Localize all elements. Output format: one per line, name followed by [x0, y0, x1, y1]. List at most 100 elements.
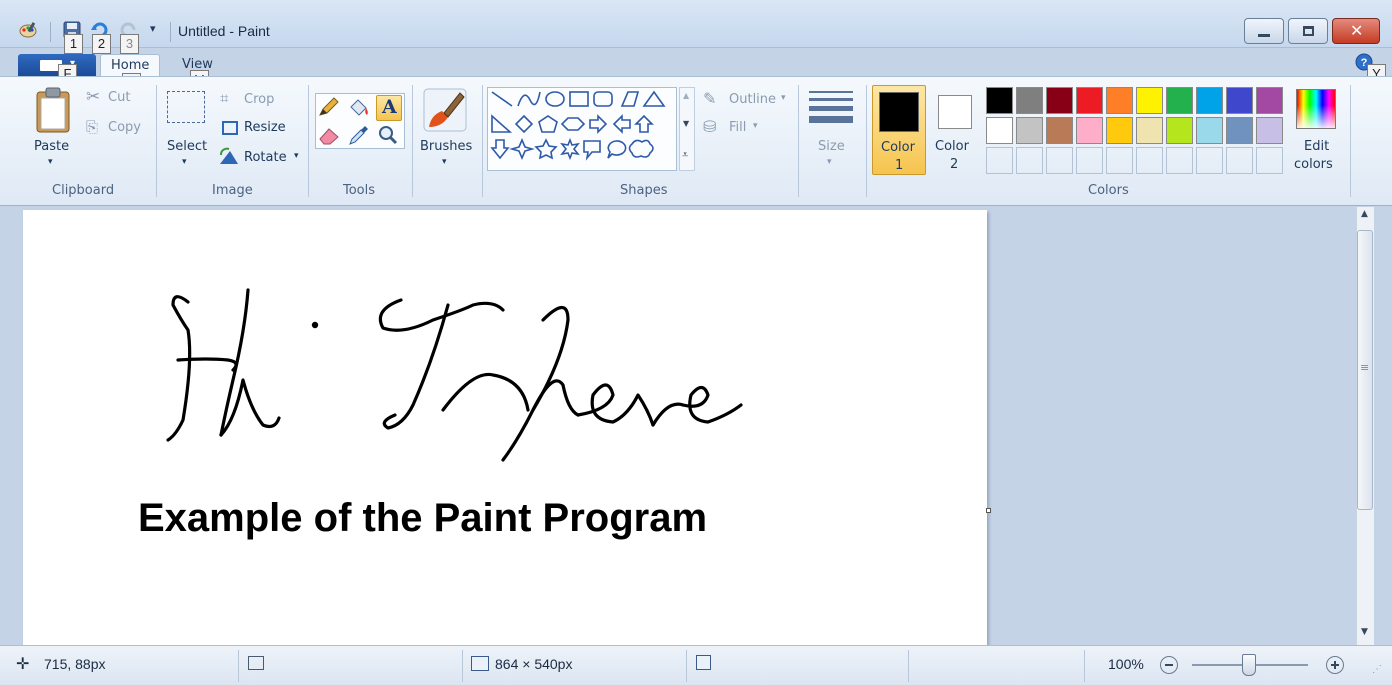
palette-color[interactable]	[1046, 117, 1073, 144]
custom-color-slot[interactable]	[1166, 147, 1193, 174]
custom-color-slot[interactable]	[1046, 147, 1073, 174]
resize-label: Resize	[244, 120, 286, 135]
ribbon-tabs: ▾ Home View F H V ? Y	[0, 48, 1392, 93]
cut-button[interactable]: ✂ Cut	[86, 87, 146, 109]
edit-colors-button[interactable]: Edit colors	[1290, 85, 1342, 175]
custom-color-slot[interactable]	[986, 147, 1013, 174]
text-tool-icon: A	[382, 96, 397, 118]
zoom-in-icon-vertical	[1334, 661, 1336, 669]
shapes-scroll[interactable]: ▲ ▼ ⩡	[679, 87, 695, 171]
paste-button[interactable]: Paste ▾	[28, 85, 78, 173]
zoom-slider-thumb[interactable]	[1242, 654, 1256, 676]
minimize-button[interactable]	[1244, 18, 1284, 44]
color1-label: Color	[881, 140, 915, 155]
palette-color[interactable]	[1076, 87, 1103, 114]
color1-button[interactable]: Color 1	[872, 85, 926, 175]
eraser-tool[interactable]	[317, 124, 343, 148]
crop-icon: ⌗	[220, 89, 229, 107]
custom-color-slot[interactable]	[1256, 147, 1283, 174]
zoom-out-button[interactable]	[1160, 656, 1178, 674]
eraser-icon	[319, 128, 339, 145]
scroll-up-icon[interactable]: ▲	[1361, 209, 1368, 219]
magnifier-tool[interactable]	[376, 124, 402, 148]
resize-button[interactable]: Resize	[220, 117, 300, 139]
palette-color[interactable]	[1016, 117, 1043, 144]
palette-color[interactable]	[986, 87, 1013, 114]
close-button[interactable]: ✕	[1332, 18, 1380, 44]
crop-button[interactable]: ⌗ Crop	[220, 89, 290, 111]
resize-grip-icon[interactable]: ⋰	[1372, 664, 1382, 675]
color1-swatch	[879, 92, 919, 132]
zoom-out-icon	[1165, 664, 1173, 666]
shapes-gallery[interactable]	[487, 87, 677, 171]
rotate-button[interactable]: Rotate ▾	[218, 145, 308, 167]
size-button[interactable]: Size ▾	[806, 85, 856, 173]
palette-color[interactable]	[1106, 87, 1133, 114]
status-separator	[1084, 650, 1085, 682]
palette-color[interactable]	[1106, 117, 1133, 144]
custom-color-slot[interactable]	[1076, 147, 1103, 174]
file-menu-button[interactable]: ▾	[18, 54, 96, 76]
color2-swatch	[938, 95, 972, 129]
brushes-button[interactable]: Brushes ▾	[416, 85, 478, 173]
fill-tool[interactable]	[347, 96, 373, 120]
paste-label: Paste	[34, 139, 70, 154]
outline-label: Outline	[729, 92, 777, 107]
scroll-grip-icon: ≡	[1360, 361, 1370, 374]
color2-button[interactable]: Color 2	[930, 85, 980, 175]
status-separator	[462, 650, 463, 682]
palette-color[interactable]	[1166, 87, 1193, 114]
maximize-icon	[1303, 26, 1314, 36]
palette-color[interactable]	[1136, 117, 1163, 144]
image-size-icon	[471, 656, 489, 671]
selection-size-icon	[248, 656, 264, 670]
color-picker-tool[interactable]	[347, 124, 373, 148]
outline-button[interactable]: ✎ Outline ▾	[703, 89, 793, 111]
maximize-button[interactable]	[1288, 18, 1328, 44]
scroll-down-icon[interactable]: ▼	[1361, 627, 1368, 637]
palette-color[interactable]	[1226, 117, 1253, 144]
shapes-scroll-down-icon: ▼	[683, 119, 690, 128]
resize-icon	[222, 121, 238, 135]
color2-number: 2	[950, 157, 959, 172]
text-tool[interactable]: A	[376, 95, 402, 121]
group-separator	[1350, 85, 1351, 197]
minimize-icon	[1258, 34, 1270, 37]
pencil-tool[interactable]	[317, 96, 343, 120]
paint-app-icon[interactable]	[18, 20, 38, 40]
group-separator	[412, 85, 413, 197]
palette-color[interactable]	[1046, 87, 1073, 114]
cursor-position-icon: ✛	[16, 656, 30, 673]
custom-color-slot[interactable]	[1226, 147, 1253, 174]
group-separator	[866, 85, 867, 197]
palette-color[interactable]	[1076, 117, 1103, 144]
zoom-in-button[interactable]	[1326, 656, 1344, 674]
window-title: Untitled - Paint	[178, 23, 270, 39]
canvas-resize-handle[interactable]	[986, 508, 991, 513]
color1-number: 1	[895, 158, 904, 173]
custom-color-slot[interactable]	[1196, 147, 1223, 174]
palette-color[interactable]	[1256, 87, 1283, 114]
canvas-caption: Example of the Paint Program	[138, 496, 708, 540]
palette-color[interactable]	[1166, 117, 1193, 144]
custom-color-slot[interactable]	[1016, 147, 1043, 174]
drawing-canvas[interactable]: Example of the Paint Program	[23, 210, 987, 645]
customize-quick-access-chevron-icon[interactable]: ▾	[150, 22, 156, 35]
palette-color[interactable]	[1256, 117, 1283, 144]
title-bar: ▾ Untitled - Paint 1 2 3 ✕	[0, 0, 1392, 54]
outline-icon: ✎	[703, 89, 717, 108]
copy-button[interactable]: ⎘ Copy	[86, 117, 150, 139]
palette-color[interactable]	[1016, 87, 1043, 114]
palette-color[interactable]	[1196, 87, 1223, 114]
select-button[interactable]: Select ▾	[164, 85, 210, 173]
custom-color-slot[interactable]	[1136, 147, 1163, 174]
fill-button[interactable]: ⛁ Fill ▾	[703, 117, 773, 139]
palette-color[interactable]	[1226, 87, 1253, 114]
custom-color-slot[interactable]	[1106, 147, 1133, 174]
palette-color[interactable]	[986, 117, 1013, 144]
palette-color[interactable]	[1196, 117, 1223, 144]
eyedropper-icon	[349, 126, 368, 145]
scrollbar-thumb[interactable]: ≡	[1357, 230, 1373, 510]
palette-color[interactable]	[1136, 87, 1163, 114]
edit-colors-label-line2: colors	[1294, 157, 1333, 172]
